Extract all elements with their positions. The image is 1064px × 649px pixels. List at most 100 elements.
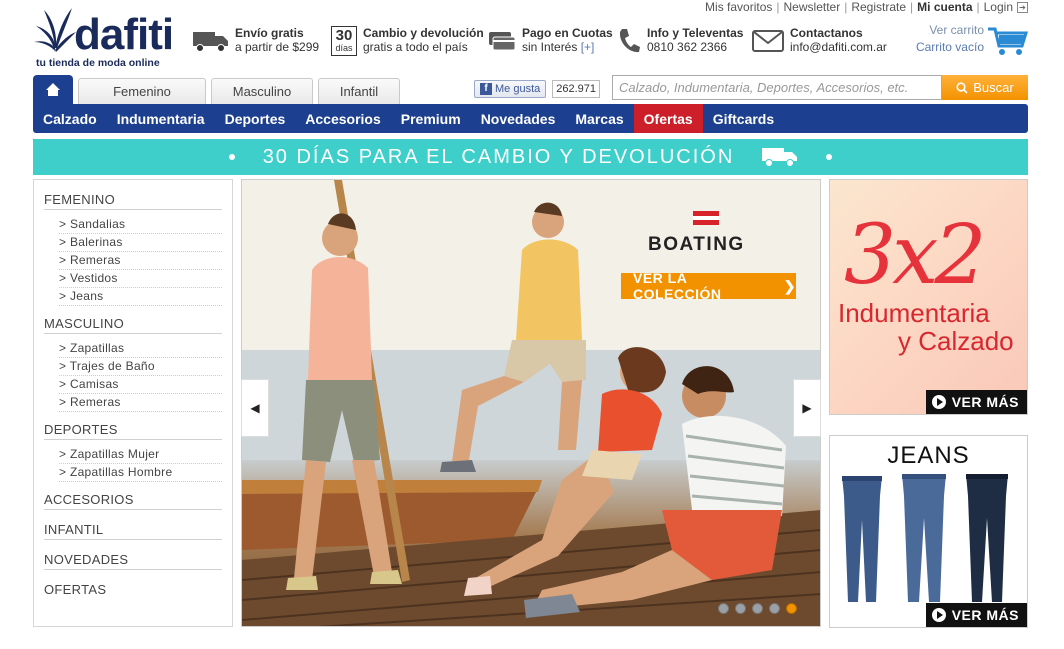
nav-indumentaria[interactable]: Indumentaria (107, 104, 215, 133)
nav-deportes[interactable]: Deportes (215, 104, 296, 133)
sidebar-cat-masculino[interactable]: MASCULINO (44, 316, 222, 334)
facebook-like-label: Me gusta (495, 83, 541, 95)
slider-prev-button[interactable]: ◀ (241, 379, 269, 437)
info-sub: gratis a todo el país (363, 40, 468, 54)
sidebar-cat-ofertas[interactable]: OFERTAS (44, 582, 222, 599)
ver-mas-button[interactable]: VER MÁS (925, 603, 1027, 627)
sidebar-item[interactable]: > Balerinas (59, 234, 222, 252)
badge-label: días (335, 43, 353, 53)
separator: | (844, 0, 848, 14)
sidebar-item[interactable]: > Zapatillas (59, 340, 222, 358)
gender-tabs: Femenino Masculino Infantil (33, 75, 400, 104)
boating-flag-icon (693, 211, 719, 225)
decor-dot (826, 154, 833, 160)
category-sidebar: FEMENINO > Sandalias > Balerinas > Remer… (33, 179, 233, 627)
info-more-link[interactable]: [+] (581, 40, 595, 54)
tab-masculino[interactable]: Masculino (211, 78, 313, 104)
info-cuotas[interactable]: Pago en Cuotas sin Interés [+] (488, 26, 613, 60)
separator: | (976, 0, 980, 14)
decor-dot (228, 154, 235, 160)
jeans-illustration (842, 474, 1008, 602)
view-collection-label: VER LA COLECCIÓN (633, 270, 722, 302)
sidebar-cat-accesorios[interactable]: ACCESORIOS (44, 492, 222, 510)
nav-marcas[interactable]: Marcas (565, 104, 633, 133)
cart[interactable]: Ver carrito Carrito vacío (916, 22, 984, 56)
sidebar-item[interactable]: > Vestidos (59, 270, 222, 288)
promo-banner-jeans[interactable]: JEANS VER MÁS (829, 435, 1028, 628)
info-title: Pago en Cuotas (522, 26, 613, 40)
tab-femenino[interactable]: Femenino (78, 78, 206, 104)
leaf-logo-icon (34, 8, 76, 52)
nav-novedades[interactable]: Novedades (471, 104, 566, 133)
tab-infantil[interactable]: Infantil (318, 78, 400, 104)
cart-view-link[interactable]: Ver carrito (916, 22, 984, 39)
sidebar-item[interactable]: > Camisas (59, 376, 222, 394)
sidebar-cat-infantil[interactable]: INFANTIL (44, 522, 222, 540)
sidebar-group-femenino: FEMENINO > Sandalias > Balerinas > Remer… (44, 192, 222, 306)
badge-number: 30 (335, 27, 353, 44)
facebook-like-count: 262.971 (552, 80, 601, 98)
info-televentas[interactable]: Info y Televentas 0810 362 2366 (617, 26, 743, 60)
sidebar-cat-deportes[interactable]: DEPORTES (44, 422, 222, 440)
ver-mas-label: VER MÁS (951, 607, 1019, 623)
slider-dot-active[interactable] (786, 603, 797, 614)
sidebar-item[interactable]: > Trajes de Baño (59, 358, 222, 376)
arrow-right-icon: ▶ (802, 401, 812, 415)
sidebar-cat-femenino[interactable]: FEMENINO (44, 192, 222, 210)
sidebar-item[interactable]: > Remeras (59, 252, 222, 270)
dafiti-logo[interactable]: dafiti tu tienda de moda online (34, 4, 174, 70)
info-cambio[interactable]: 30 días Cambio y devolución gratis a todo… (331, 26, 484, 60)
promo-banner[interactable]: 30 DÍAS PARA EL CAMBIO Y DEVOLUCIÓN (33, 139, 1028, 175)
shopping-cart-icon[interactable] (988, 26, 1029, 61)
logo-wordmark: dafiti (74, 10, 174, 59)
newsletter-link[interactable]: Newsletter (784, 0, 841, 14)
play-icon (931, 608, 946, 622)
slider-next-button[interactable]: ▶ (793, 379, 821, 437)
nav-premium[interactable]: Premium (391, 104, 471, 133)
info-title: Cambio y devolución (363, 26, 484, 40)
view-collection-button[interactable]: VER LA COLECCIÓN ❯ (621, 270, 796, 302)
sidebar-item[interactable]: > Remeras (59, 394, 222, 412)
ver-mas-button[interactable]: VER MÁS (925, 390, 1027, 414)
nav-giftcards[interactable]: Giftcards (703, 104, 784, 133)
truck-icon (762, 148, 798, 167)
search-button[interactable]: Buscar (942, 75, 1028, 100)
truck-icon (193, 26, 229, 56)
registrate-link[interactable]: Registrate (851, 0, 906, 14)
home-icon (46, 83, 60, 96)
promo-banner-3x2[interactable]: 3x2 Indumentaria y Calzado VER MÁS (829, 179, 1028, 415)
sidebar-cat-novedades[interactable]: NOVEDADES (44, 552, 222, 570)
facebook-like: f Me gusta 262.971 (474, 80, 601, 98)
banner-3x2-headline: 3x2 (844, 208, 987, 303)
logo-tagline: tu tienda de moda online (36, 57, 160, 69)
sidebar-item[interactable]: > Zapatillas Mujer (59, 446, 222, 464)
search-input[interactable] (612, 75, 942, 100)
banner-3x2-line2: y Calzado (898, 326, 1014, 356)
mi-cuenta-link[interactable]: Mi cuenta (917, 0, 972, 14)
nav-calzado[interactable]: Calzado (33, 104, 107, 133)
nav-ofertas[interactable]: Ofertas (633, 104, 703, 133)
top-links: Mis favoritos | Newsletter | Registrate … (705, 0, 1028, 14)
slider-dot[interactable] (769, 603, 780, 614)
credit-card-icon (488, 26, 516, 56)
facebook-like-button[interactable]: f Me gusta (474, 80, 547, 98)
sidebar-item[interactable]: > Zapatillas Hombre (59, 464, 222, 482)
ver-mas-label: VER MÁS (951, 394, 1019, 410)
info-envio[interactable]: Envío gratis a partir de $299 (193, 26, 319, 60)
play-icon (931, 395, 946, 409)
promo-text: 30 DÍAS PARA EL CAMBIO Y DEVOLUCIÓN (262, 145, 735, 168)
sidebar-item[interactable]: > Jeans (59, 288, 222, 306)
info-contacto[interactable]: Contactanos info@dafiti.com.ar (752, 26, 887, 60)
chevron-right-icon: ❯ (783, 277, 796, 294)
slider-dot[interactable] (718, 603, 729, 614)
slider-dot[interactable] (752, 603, 763, 614)
slider-dot[interactable] (735, 603, 746, 614)
brand-logo-boating: BOATING (648, 234, 745, 255)
tab-home[interactable] (33, 75, 73, 104)
login-link[interactable]: Login (984, 0, 1013, 14)
sidebar-item[interactable]: > Sandalias (59, 216, 222, 234)
info-title: Info y Televentas (647, 26, 744, 40)
favoritos-link[interactable]: Mis favoritos (705, 0, 772, 14)
arrow-left-icon: ◀ (250, 401, 260, 415)
nav-accesorios[interactable]: Accesorios (295, 104, 390, 133)
